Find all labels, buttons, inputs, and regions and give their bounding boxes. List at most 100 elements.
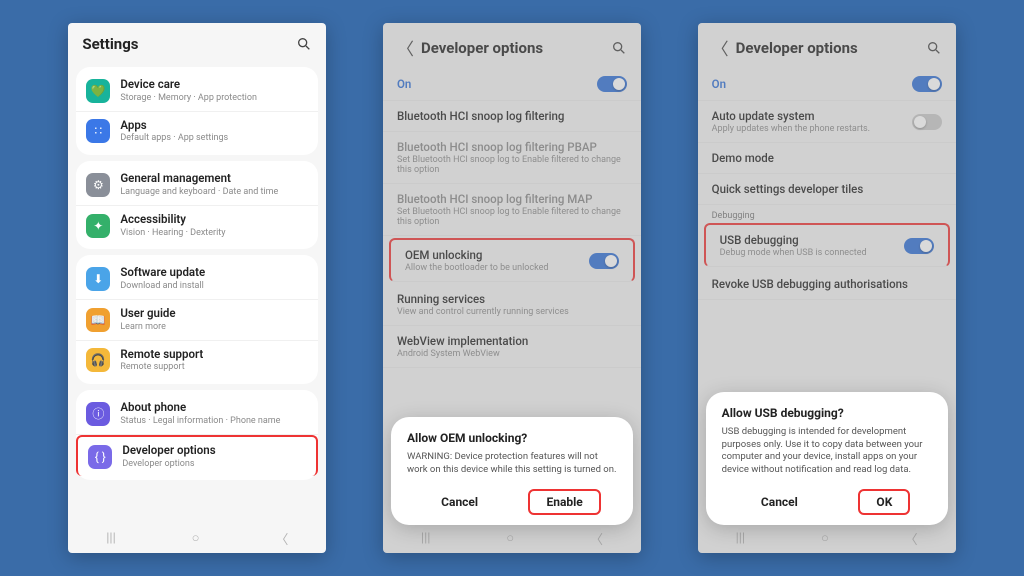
android-nav-bar[interactable]: ||| ○ 〈 [383, 523, 641, 553]
page-title: Developer options [421, 39, 601, 57]
row-subtitle: Storage · Memory · App protection [120, 93, 308, 104]
back-icon[interactable]: 〈 [712, 35, 726, 60]
row-subtitle: Set Bluetooth HCI snoop log to Enable fi… [397, 155, 627, 175]
back-icon[interactable]: 〈 [397, 35, 411, 60]
page-title: Developer options [736, 39, 916, 57]
row-title: Remote support [120, 348, 308, 362]
master-toggle-row[interactable]: On [383, 68, 641, 101]
ok-button[interactable]: OK [858, 489, 910, 515]
toggle[interactable] [912, 114, 942, 130]
row-title: Auto update system [712, 109, 904, 123]
back-icon[interactable]: 〈 [590, 529, 603, 548]
master-toggle-row[interactable]: On [698, 68, 956, 101]
row-title: General management [120, 172, 308, 186]
on-label: On [712, 77, 904, 91]
home-icon[interactable]: ○ [821, 530, 829, 546]
settings-row-developer-options[interactable]: { }Developer optionsDeveloper options [76, 435, 318, 477]
recents-icon[interactable]: ||| [106, 531, 116, 546]
android-nav-bar[interactable]: ||| ○ 〈 [68, 523, 326, 553]
option-row-bluetooth-hci-snoop-log-filtering-map[interactable]: Bluetooth HCI snoop log filtering MAPSet… [383, 184, 641, 236]
header: 〈 Developer options [698, 23, 956, 68]
row-icon: 🎧 [86, 348, 110, 372]
settings-row-apps[interactable]: ∷ AppsDefault apps · App settings [76, 112, 318, 152]
home-icon[interactable]: ○ [506, 530, 514, 546]
row-title: Quick settings developer tiles [712, 182, 942, 196]
option-row-running-services[interactable]: Running servicesView and control current… [383, 284, 641, 326]
row-title: Demo mode [712, 151, 942, 165]
recents-icon[interactable]: ||| [736, 531, 746, 546]
search-icon[interactable] [611, 40, 627, 56]
row-title: Accessibility [120, 213, 308, 227]
row-subtitle: Apply updates when the phone restarts. [712, 124, 904, 134]
back-icon[interactable]: 〈 [905, 529, 918, 548]
dialog-body: WARNING: Device protection features will… [407, 451, 617, 477]
option-row-usb-debugging[interactable]: USB debuggingDebug mode when USB is conn… [704, 223, 950, 267]
row-title: About phone [120, 401, 308, 415]
option-row-revoke-usb-debugging-authorisations[interactable]: Revoke USB debugging authorisations [698, 269, 956, 300]
row-subtitle: Allow the bootloader to be unlocked [405, 263, 581, 273]
settings-group: ⚙General managementLanguage and keyboard… [76, 161, 318, 249]
row-subtitle: Download and install [120, 281, 308, 292]
developer-options-screen-oem: 〈 Developer options On Bluetooth HCI sno… [383, 23, 641, 553]
settings-row-general-management[interactable]: ⚙General managementLanguage and keyboard… [76, 165, 318, 206]
row-subtitle: Default apps · App settings [120, 133, 308, 144]
option-row-webview-implementation[interactable]: WebView implementationAndroid System Web… [383, 326, 641, 368]
row-icon: ∷ [86, 119, 110, 143]
row-title: Apps [120, 119, 308, 133]
row-icon: ⓘ [86, 402, 110, 426]
dialog-title: Allow OEM unlocking? [407, 431, 617, 445]
row-subtitle: View and control currently running servi… [397, 307, 627, 317]
usb-debug-dialog: Allow USB debugging? USB debugging is in… [706, 392, 948, 525]
cancel-button[interactable]: Cancel [743, 489, 816, 515]
row-icon: { } [88, 445, 112, 469]
search-icon[interactable] [296, 36, 312, 52]
row-subtitle: Status · Legal information · Phone name [120, 416, 308, 427]
row-subtitle: Android System WebView [397, 349, 627, 359]
on-label: On [397, 77, 589, 91]
row-title: OEM unlocking [405, 248, 581, 262]
option-row-auto-update-system[interactable]: Auto update systemApply updates when the… [698, 101, 956, 143]
row-icon: 📖 [86, 308, 110, 332]
option-row-bluetooth-hci-snoop-log-filtering-pbap[interactable]: Bluetooth HCI snoop log filtering PBAPSe… [383, 132, 641, 184]
settings-row-remote-support[interactable]: 🎧 Remote supportRemote support [76, 341, 318, 381]
dialog-title: Allow USB debugging? [722, 406, 932, 420]
row-subtitle: Remote support [120, 362, 308, 373]
option-row-oem-unlocking[interactable]: OEM unlockingAllow the bootloader to be … [389, 238, 635, 282]
home-icon[interactable]: ○ [192, 530, 200, 546]
settings-list[interactable]: 💚Device careStorage · Memory · App prote… [68, 61, 326, 553]
recents-icon[interactable]: ||| [421, 531, 431, 546]
settings-row-software-update[interactable]: ⬇Software updateDownload and install [76, 259, 318, 300]
search-icon[interactable] [926, 40, 942, 56]
row-subtitle: Learn more [120, 322, 308, 333]
enable-button[interactable]: Enable [528, 489, 600, 515]
settings-group: ⓘ About phoneStatus · Legal information ·… [76, 390, 318, 480]
row-subtitle: Debug mode when USB is connected [720, 248, 896, 258]
toggle[interactable] [904, 238, 934, 254]
row-title: Bluetooth HCI snoop log filtering [397, 109, 627, 123]
settings-row-accessibility[interactable]: ✦AccessibilityVision · Hearing · Dexteri… [76, 206, 318, 246]
row-title: Software update [120, 266, 308, 280]
section-label-debugging: Debugging [698, 205, 956, 221]
option-row-demo-mode[interactable]: Demo mode [698, 143, 956, 174]
toggle[interactable] [589, 253, 619, 269]
settings-row-user-guide[interactable]: 📖User guideLearn more [76, 300, 318, 341]
master-toggle[interactable] [597, 76, 627, 92]
option-row-quick-settings-developer-tiles[interactable]: Quick settings developer tiles [698, 174, 956, 205]
header: 〈 Developer options [383, 23, 641, 68]
row-title: Running services [397, 292, 627, 306]
settings-row-about-phone[interactable]: ⓘ About phoneStatus · Legal information ·… [76, 394, 318, 435]
row-title: Revoke USB debugging authorisations [712, 277, 942, 291]
cancel-button[interactable]: Cancel [423, 489, 496, 515]
dialog-body: USB debugging is intended for developmen… [722, 426, 932, 477]
android-nav-bar[interactable]: ||| ○ 〈 [698, 523, 956, 553]
row-title: USB debugging [720, 233, 896, 247]
back-icon[interactable]: 〈 [275, 529, 288, 548]
option-row-bluetooth-hci-snoop-log-filtering[interactable]: Bluetooth HCI snoop log filtering [383, 101, 641, 132]
row-icon: 💚 [86, 79, 110, 103]
master-toggle[interactable] [912, 76, 942, 92]
row-subtitle: Developer options [122, 459, 306, 470]
row-title: Bluetooth HCI snoop log filtering PBAP [397, 140, 627, 154]
settings-row-device-care[interactable]: 💚Device careStorage · Memory · App prote… [76, 71, 318, 112]
row-subtitle: Language and keyboard · Date and time [120, 187, 308, 198]
row-title: Bluetooth HCI snoop log filtering MAP [397, 192, 627, 206]
